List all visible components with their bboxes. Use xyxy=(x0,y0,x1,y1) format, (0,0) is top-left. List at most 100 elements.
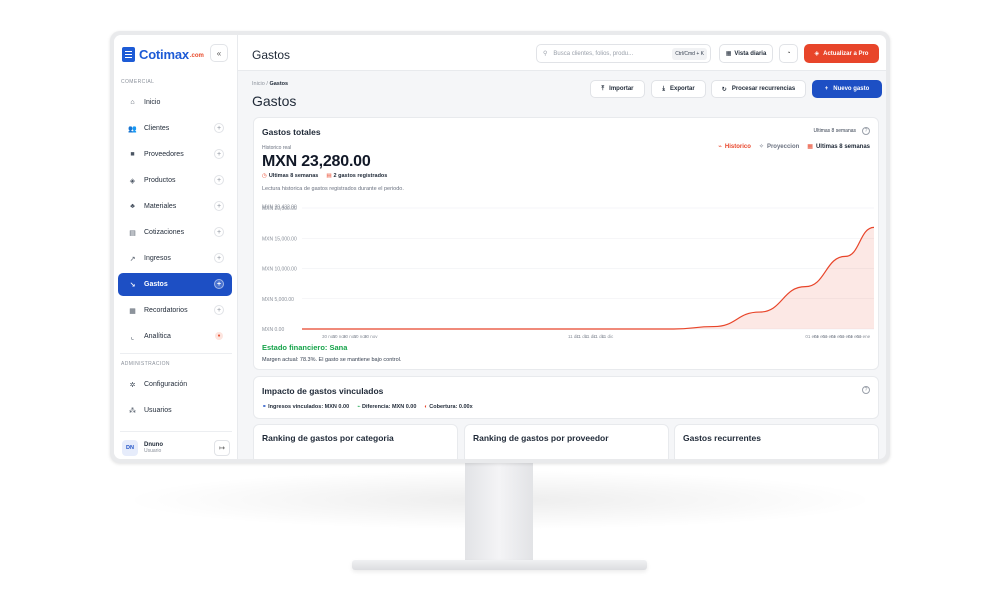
refresh-icon: ↻ xyxy=(721,86,727,93)
linked-income-text: Ingresos vinculados: MXN 0.00 xyxy=(268,404,350,410)
upgrade-pro-button[interactable]: ◈ Actualizar a Pro xyxy=(804,44,879,63)
sidebar-item-cotizaciones[interactable]: ▤ Cotizaciones + xyxy=(118,221,232,244)
logout-button[interactable]: ↦ xyxy=(214,440,230,456)
document-icon: ▤ xyxy=(129,229,136,237)
download-icon: ⤓ xyxy=(662,85,665,92)
expenses-chart: MXN 0.00 MXN 5,000.00 MXN 10,000.00 MXN 15,… xyxy=(262,205,875,339)
section-commercial: COMERCIAL xyxy=(121,79,155,85)
collapse-sidebar-button[interactable]: « xyxy=(210,44,228,62)
sidebar-divider xyxy=(120,353,232,354)
gear-icon: ✲ xyxy=(129,381,136,389)
card-title: Ranking de gastos por categoria xyxy=(262,433,394,443)
help-icon[interactable]: ? xyxy=(862,386,870,394)
sidebar-item-productos[interactable]: ◈ Productos + xyxy=(118,169,232,192)
sidebar-item-recordatorios[interactable]: ▦ Recordatorios + xyxy=(118,299,232,322)
monitor-base xyxy=(352,560,647,570)
series-area-historico xyxy=(302,227,874,329)
card-title: Ranking de gastos por proveedor xyxy=(473,433,609,443)
topbar: Gastos ⚲ Busca clientes, folios, produ..… xyxy=(238,35,886,71)
sidebar-item-label: Gastos xyxy=(144,281,168,288)
coverage-text: Cobertura: 0.00x xyxy=(429,404,473,410)
sidebar-item-clientes[interactable]: 👥 Clientes + xyxy=(118,117,232,140)
export-button[interactable]: ⤓ Exportar xyxy=(651,80,706,98)
process-recurring-button[interactable]: ↻ Procesar recurrencias xyxy=(711,80,806,98)
sidebar-item-ingresos[interactable]: ↗ Ingresos + xyxy=(118,247,232,270)
add-income-button[interactable]: + xyxy=(214,253,224,263)
materials-icon: ♣ xyxy=(130,203,135,210)
import-button[interactable]: ⤒ Importar xyxy=(590,80,645,98)
card-title: Gastos recurrentes xyxy=(683,433,761,443)
x-tick-label: 11 dic xyxy=(602,334,614,339)
sidebar-item-label: Analítica xyxy=(144,333,171,340)
upgrade-label: Actualizar a Pro xyxy=(823,50,869,57)
sidebar-item-label: Clientes xyxy=(144,125,170,132)
sidebar-item-analitica[interactable]: ⌞ Analítica ♦ xyxy=(118,325,232,348)
pro-badge-icon: ♦ xyxy=(215,332,223,340)
card-title: Impacto de gastos vinculados xyxy=(262,386,384,396)
linked-impact-card: Impacto de gastos vinculados ? ⚭ Ingreso… xyxy=(253,376,879,419)
sidebar-item-materiales[interactable]: ♣ Materiales + xyxy=(118,195,232,218)
sidebar-divider xyxy=(120,431,232,432)
add-client-button[interactable]: + xyxy=(214,123,224,133)
sidebar-item-label: Inicio xyxy=(144,99,161,106)
sidebar-item-proveedores[interactable]: ■ Proveedores + xyxy=(118,143,232,166)
sidebar-item-inicio[interactable]: ⌂ Inicio xyxy=(118,91,232,114)
sidebar-item-label: Configuración xyxy=(144,381,188,388)
sidebar-item-label: Proveedores xyxy=(144,151,184,158)
sidebar-item-label: Productos xyxy=(144,177,176,184)
add-expense-sidebar-button[interactable]: + xyxy=(214,279,224,289)
new-expense-button[interactable]: + Nuevo gasto xyxy=(812,80,882,98)
new-expense-label: Nuevo gasto xyxy=(833,86,870,92)
sidebar-item-label: Ingresos xyxy=(144,255,171,262)
breadcrumb: Inicio / Gastos xyxy=(252,81,288,87)
x-tick-label: 30 nov xyxy=(364,334,378,339)
y-tick-label: MXN 15,000.00 xyxy=(262,236,297,242)
sidebar-item-usuarios[interactable]: ⁂ Usuarios xyxy=(118,399,232,422)
user-role: Usuario xyxy=(144,448,162,454)
notifications-button[interactable]: ◔ xyxy=(779,44,798,63)
crown-icon: ◈ xyxy=(814,51,820,57)
monitor-frame: Cotimax .com « COMERCIAL ⌂ Inicio 👥 Clie… xyxy=(110,31,890,463)
sidebar-item-label: Cotizaciones xyxy=(144,229,185,236)
plus-icon: + xyxy=(824,86,829,92)
category-ranking-card: Ranking de gastos por categoria xyxy=(253,424,458,459)
home-icon: ⌂ xyxy=(130,99,135,106)
breadcrumb-root[interactable]: Inicio / xyxy=(252,81,268,87)
add-material-button[interactable]: + xyxy=(214,201,224,211)
sidebar-item-label: Materiales xyxy=(144,203,177,210)
box-icon: ◈ xyxy=(129,177,136,185)
recurring-expenses-card: Gastos recurrentes xyxy=(674,424,879,459)
chart-icon: ⌞ xyxy=(130,333,135,341)
section-admin: ADMINISTRACION xyxy=(121,361,170,367)
y-tick-label: MXN 20,432.00 xyxy=(262,205,297,211)
daily-view-button[interactable]: ▦ Vista diaria xyxy=(719,44,773,63)
users-icon: 👥 xyxy=(128,125,137,133)
add-reminder-button[interactable]: + xyxy=(214,305,224,315)
sidebar: Cotimax .com « COMERCIAL ⌂ Inicio 👥 Clie… xyxy=(114,35,238,459)
search-input[interactable]: ⚲ Busca clientes, folios, produ... Ctrl/… xyxy=(536,44,711,63)
team-icon: ⁂ xyxy=(129,407,136,415)
expenses-total-card: Gastos totales Ultimas 8 semanas ? Histo… xyxy=(253,117,879,370)
linked-income-metric: ⚭ Ingresos vinculados: MXN 0.00 xyxy=(262,404,349,410)
user-profile[interactable]: DN Dnuno Usuario ↦ xyxy=(118,437,232,459)
search-shortcut: Ctrl/Cmd + K xyxy=(672,48,707,60)
difference-metric: ⌁ Diferencia: MXN 0.00 xyxy=(357,404,416,410)
calendar-icon: ▦ xyxy=(129,307,136,315)
app-screen: Cotimax .com « COMERCIAL ⌂ Inicio 👥 Clie… xyxy=(114,35,886,459)
brand-logo[interactable]: Cotimax .com xyxy=(122,43,204,65)
sidebar-item-gastos[interactable]: ↘ Gastos + xyxy=(118,273,232,296)
y-tick-label: MXN 5,000.00 xyxy=(262,297,294,303)
add-product-button[interactable]: + xyxy=(214,175,224,185)
impact-metrics: ⚭ Ingresos vinculados: MXN 0.00 ⌁ Difere… xyxy=(262,404,473,410)
x-tick-label: 01 ene xyxy=(856,334,870,339)
trend-up-icon: ↗ xyxy=(129,255,136,263)
coverage-metric: ◐ Cobertura: 0.00x xyxy=(424,404,472,410)
sidebar-item-configuracion[interactable]: ✲ Configuración xyxy=(118,373,232,396)
import-label: Importar xyxy=(609,86,634,92)
add-quote-button[interactable]: + xyxy=(214,227,224,237)
avatar: DN xyxy=(122,440,138,456)
add-provider-button[interactable]: + xyxy=(214,149,224,159)
difference-text: Diferencia: MXN 0.00 xyxy=(361,404,417,410)
breadcrumb-current: Gastos xyxy=(269,81,289,87)
trend-down-icon: ↘ xyxy=(129,281,136,289)
